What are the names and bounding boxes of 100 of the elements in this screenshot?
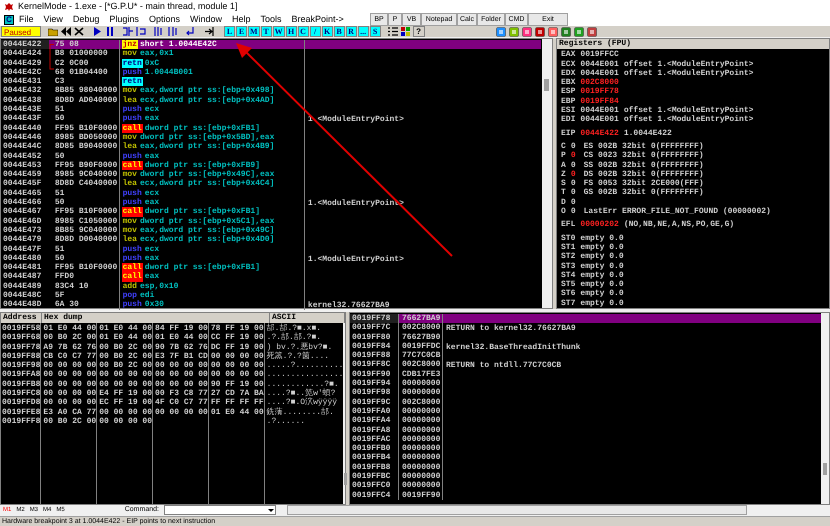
value-cell: CDB17FE3: [398, 370, 442, 380]
operand-text: eax: [144, 198, 160, 208]
disassembly-row[interactable]: 0044E431 C3 retn: [1, 77, 541, 86]
command-field[interactable]: [164, 505, 276, 516]
shortcut-button[interactable]: E: [236, 26, 247, 37]
mnemonic: jnz: [122, 40, 138, 50]
close-icon[interactable]: [73, 26, 85, 37]
dropdown-arrow-icon[interactable]: [266, 506, 275, 514]
address-cell-text: 0044E440: [2, 124, 42, 133]
trace-into-icon[interactable]: [153, 26, 165, 37]
tool-icon[interactable]: [508, 26, 520, 37]
address-cell-text: 0019FF84: [351, 342, 392, 352]
scrollbar[interactable]: [343, 323, 345, 504]
menu-item[interactable]: Window: [184, 12, 227, 26]
tool-icon[interactable]: [574, 26, 585, 37]
shortcut-button[interactable]: ...: [358, 26, 369, 37]
mnemonic: call: [122, 263, 143, 272]
menu-item[interactable]: Debug: [68, 12, 104, 26]
menu-item[interactable]: File: [14, 12, 39, 26]
shortcut-button[interactable]: M: [248, 26, 260, 37]
jump-line: [50, 44, 54, 70]
shortcut-button[interactable]: K: [322, 26, 333, 37]
flag-name: O: [561, 207, 566, 216]
tool-icon[interactable]: [534, 26, 546, 37]
menu-item[interactable]: Options: [144, 12, 185, 26]
tool-icon[interactable]: [548, 26, 559, 37]
address-cell-text: 0044E43E: [2, 105, 42, 114]
operand-text: ecx,dword ptr ss:[ebp+0x4AD]: [138, 96, 274, 105]
rewind-icon[interactable]: [60, 26, 72, 37]
address-cell-text: 0019FFAC: [351, 434, 392, 444]
value-cell: 002C8000: [398, 360, 442, 370]
menu-logo[interactable]: C: [4, 14, 14, 24]
shortcut-button[interactable]: W: [272, 26, 285, 37]
list-icon[interactable]: [386, 26, 399, 37]
menu-item[interactable]: Help: [226, 12, 256, 26]
tool-icon[interactable]: [560, 26, 572, 37]
menu-item[interactable]: BreakPoint->: [286, 12, 349, 26]
disassembly-row[interactable]: 0044E432 8B85 98040000 mov eax,dword ptr ss:[ebp+0x498]: [1, 86, 541, 96]
address-cell-text: 0019FF9C: [351, 398, 392, 407]
disassembly-row[interactable]: 0044E446 8985 BD050000 mov dword ptr ss:[ebp+0x5BD],eax: [1, 132, 541, 142]
hex-cell-text: 8985 BD050000: [54, 132, 118, 142]
hex-cell-text: FF95 B90F0000: [54, 160, 118, 170]
hex-cell-text: 51: [54, 188, 66, 198]
menu-item[interactable]: View: [38, 12, 68, 26]
step-into-icon[interactable]: [122, 26, 134, 37]
shortcut-button[interactable]: C: [298, 26, 309, 37]
mnemonic: call: [122, 272, 143, 282]
hex-cell: DC FF 19 00: [210, 342, 264, 352]
hex-cell-text: 50: [54, 198, 66, 208]
disassembly-row[interactable]: 0044E473 8B85 9C040000 mov eax,dword ptr ss:[ebp+0x49C]: [1, 226, 541, 236]
shortcut-button[interactable]: B: [334, 26, 345, 37]
tool-icon[interactable]: [522, 26, 533, 37]
hex-cell: 00 00 00 00: [155, 408, 208, 417]
disassembly-row[interactable]: 0044E429 C2 0C00 retn 0xC: [1, 58, 541, 68]
disassembly-row[interactable]: 0044E438 8D8D AD040000 lea ecx,dword ptr ss:[ebp+0x4AD]: [1, 96, 541, 106]
comment-text: RETURN to ntdll.77C7C0CB: [446, 361, 562, 370]
flag-value: 0: [570, 151, 576, 161]
play-icon[interactable]: [91, 26, 103, 37]
shortcut-button[interactable]: R: [346, 26, 357, 37]
hex-cell: 4F C0 C7 77: [155, 398, 208, 408]
trace-over-icon[interactable]: [166, 26, 178, 37]
disassembly-row[interactable]: 0044E481 FF95 B10F0000 call dword ptr ss:[ebp+0xFB1]: [1, 263, 541, 272]
register-comment: offset 1.<ModuleEntryPoint>: [624, 60, 754, 69]
disassembly-row[interactable]: 0044E487 FFD0 call eax: [1, 272, 541, 282]
column-header[interactable]: Address: [1, 313, 42, 323]
disassembly-row[interactable]: 0044E479 8D8D D0040000 lea ecx,dword ptr ss:[ebp+0x4D0]: [1, 235, 541, 245]
hex-cell: 00 00 00 00: [155, 380, 208, 390]
address-cell-text: 0044E467: [2, 207, 42, 217]
folder-icon[interactable]: [47, 26, 59, 37]
grid-icon[interactable]: [400, 26, 412, 37]
pause-icon[interactable]: [104, 26, 116, 37]
step-over-icon[interactable]: [135, 26, 147, 37]
scrollbar[interactable]: [821, 313, 829, 504]
disassembly-row[interactable]: 0044E459 8985 9C040000 mov dword ptr ss:[ebp+0x49C],eax: [1, 170, 541, 180]
shortcut-button[interactable]: S: [370, 26, 381, 37]
register-name: ST4: [561, 270, 576, 280]
operand-text: dword ptr ss:[ebp+0x49C],eax: [138, 170, 274, 180]
goto-icon[interactable]: [204, 26, 216, 37]
shortcut-button[interactable]: /: [310, 26, 321, 37]
shortcut-button[interactable]: T: [260, 26, 272, 37]
disassembly-row[interactable]: 0044E440 FF95 B10F0000 call dword ptr ss:[ebp+0xFB1]: [1, 124, 541, 133]
disassembly-row[interactable]: 0044E422 75 08 jnz short 1.0044E42C: [1, 40, 541, 50]
operand-text: ecx: [144, 188, 160, 198]
disassembly-row[interactable]: 0044E46D 8985 C1050000 mov dword ptr ss:[ebp+0x5C1],eax: [1, 216, 541, 226]
column-header[interactable]: Hex dump: [42, 313, 270, 323]
shortcut-button[interactable]: H: [286, 26, 297, 37]
disassembly-row[interactable]: 0044E45F 8D8D C4040000 lea ecx,dword ptr ss:[ebp+0x4C4]: [1, 179, 541, 189]
disassembly-row[interactable]: 0044E453 FF95 B90F0000 call dword ptr ss:[ebp+0xFB9]: [1, 160, 541, 170]
disassembly-row[interactable]: 0044E489 83C4 10 add esp,0x10: [1, 282, 541, 292]
address-cell: 0019FFC8: [2, 389, 40, 398]
menu-item[interactable]: Plugins: [104, 12, 144, 26]
menu-item[interactable]: Tools: [256, 12, 287, 26]
tool-icon[interactable]: [496, 26, 507, 37]
disassembly-row[interactable]: 0044E467 FF95 B10F0000 call dword ptr ss:[ebp+0xFB1]: [1, 207, 541, 217]
help-button[interactable]: ?: [412, 26, 425, 37]
shortcut-button[interactable]: L: [224, 26, 235, 37]
return-icon[interactable]: [184, 26, 196, 37]
disassembly-row[interactable]: 0044E44C 8D85 B9040000 lea eax,dword ptr ss:[ebp+0x4B9]: [1, 142, 541, 152]
tool-icon[interactable]: [586, 26, 598, 37]
scrollbar[interactable]: [542, 39, 552, 308]
